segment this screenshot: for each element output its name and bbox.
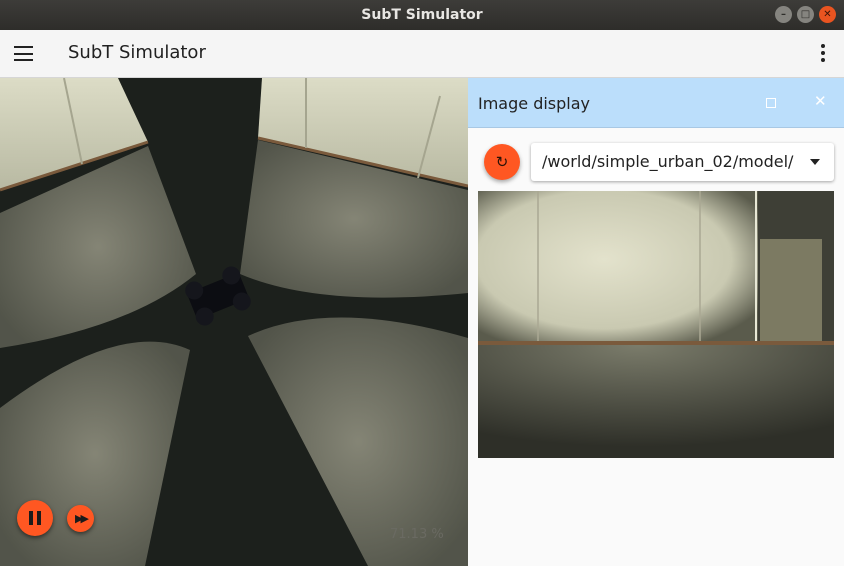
app-title: SubT Simulator xyxy=(68,42,206,63)
more-vert-icon[interactable] xyxy=(820,44,826,64)
image-display-panel: Image display ✕ ↻ /world/simple_urban_02… xyxy=(468,78,844,566)
window-controls: – □ ✕ xyxy=(775,6,836,23)
app-toolbar: SubT Simulator xyxy=(0,30,844,78)
refresh-icon: ↻ xyxy=(495,153,509,171)
refresh-button[interactable]: ↻ xyxy=(484,144,520,180)
panel-title: Image display xyxy=(478,94,591,113)
pause-button[interactable] xyxy=(17,500,53,536)
panel-header: Image display ✕ xyxy=(468,78,844,128)
scene-3d-viewport[interactable]: ▶▶ 71.13 % xyxy=(0,78,468,566)
topic-dropdown[interactable]: /world/simple_urban_02/model/ xyxy=(531,143,834,181)
window-title: SubT Simulator xyxy=(361,7,483,23)
topic-value: /world/simple_urban_02/model/ xyxy=(542,152,794,171)
real-time-factor: 71.13 % xyxy=(390,527,444,542)
maximize-icon[interactable]: □ xyxy=(797,6,814,23)
maximize-panel-icon[interactable] xyxy=(766,98,776,108)
fast-forward-icon[interactable]: ▶▶ xyxy=(67,505,94,532)
dropdown-arrow-icon xyxy=(810,159,820,165)
hamburger-menu-icon[interactable] xyxy=(14,46,33,61)
minimize-icon[interactable]: – xyxy=(775,6,792,23)
close-icon[interactable]: ✕ xyxy=(819,6,836,23)
scene-render xyxy=(0,78,468,566)
camera-image xyxy=(478,191,834,458)
window-titlebar: SubT Simulator – □ ✕ xyxy=(0,0,844,30)
close-panel-icon[interactable]: ✕ xyxy=(814,92,827,110)
